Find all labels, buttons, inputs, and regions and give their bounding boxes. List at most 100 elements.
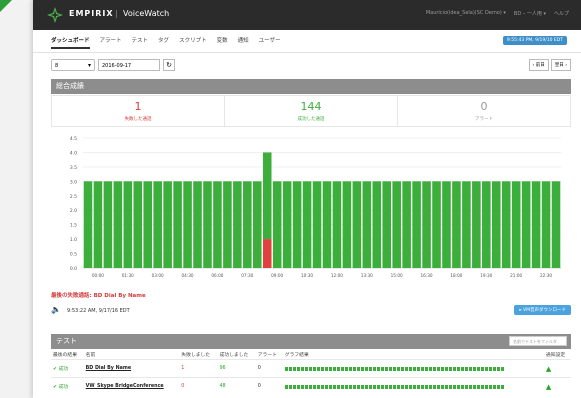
- stat-alerts[interactable]: 0 アラート: [398, 96, 570, 126]
- user-account-link[interactable]: Mauricio(idea_Sela)(SC Demo) ▾: [426, 10, 506, 17]
- bar-success: [302, 181, 312, 268]
- x-tick-label: 01:30: [122, 273, 134, 278]
- speaker-icon[interactable]: 🔈: [51, 305, 61, 314]
- current-time-badge: 9:55:43 PM, 9/19/10 EDT: [502, 36, 567, 45]
- col-last-result[interactable]: 最後の結果: [51, 350, 84, 360]
- y-tick-label: 0.0: [70, 266, 77, 272]
- nav-tags[interactable]: タグ: [158, 36, 169, 49]
- test-name-link[interactable]: BD Dial By Name: [83, 359, 180, 378]
- tests-title: テスト: [56, 337, 77, 345]
- x-tick-label: 00:00: [92, 273, 104, 278]
- nav-alerts[interactable]: アラート: [100, 36, 122, 49]
- refresh-icon[interactable]: ↻: [163, 59, 175, 71]
- bar-success: [551, 181, 561, 268]
- user-menu: Mauricio(idea_Sela)(SC Demo) ▾ BD – 一人用 …: [426, 10, 569, 17]
- status-text: 成功: [58, 367, 69, 372]
- chevron-down-icon: ▾: [87, 62, 91, 69]
- col-succeeded[interactable]: 成功しました: [218, 350, 256, 360]
- x-tick-label: 03:00: [152, 273, 164, 278]
- bar-success: [402, 181, 411, 268]
- stat-failed-value: 1: [134, 100, 142, 113]
- y-tick-label: 2.5: [70, 194, 77, 200]
- bar-success: [352, 181, 362, 268]
- bar-success: [213, 181, 222, 268]
- bar-success: [382, 181, 392, 268]
- bar-success: [243, 181, 252, 268]
- y-tick-label: 3.5: [70, 165, 77, 171]
- bell-icon[interactable]: ▲: [543, 377, 571, 395]
- bar-success: [133, 181, 143, 268]
- bell-icon[interactable]: ▲: [543, 359, 571, 378]
- stat-succeeded[interactable]: 144 成功した通話: [225, 96, 398, 126]
- bar-success: [203, 181, 212, 268]
- x-tick-label: 13:30: [361, 273, 373, 278]
- col-name[interactable]: 名前: [84, 350, 180, 360]
- test-name-link[interactable]: VW_Skype BridgeConference: [83, 377, 180, 395]
- x-tick-label: 07:30: [241, 273, 253, 278]
- x-tick-label: 16:30: [421, 273, 433, 278]
- top-link[interactable]: BD – 一人用 ▾: [514, 10, 546, 17]
- result-sparkline: [284, 384, 505, 389]
- x-tick-label: 04:30: [182, 273, 194, 278]
- bar-success: [103, 181, 113, 268]
- date-input[interactable]: 2016-09-17: [98, 59, 160, 71]
- calls-bar-chart: 4.5 4.0 3.5 3.0 2.5 2.0 1.5 1.0 0.5 0.0 00:00 01:30…: [70, 136, 561, 278]
- brand-name: EMPIRIX: [69, 9, 114, 18]
- corner-accent: [0, 0, 12, 12]
- tests-header: テスト 名前でテストをフィルタ: [51, 334, 571, 349]
- next-day-button[interactable]: 翌日 ›: [550, 59, 571, 71]
- y-tick-label: 1.0: [70, 237, 77, 243]
- bar-success: [491, 181, 501, 268]
- status-cell: ✔ 成功: [51, 359, 84, 378]
- check-icon: ✔: [53, 385, 58, 390]
- bar-success: [531, 181, 541, 268]
- nav-tests[interactable]: テスト: [132, 36, 149, 49]
- download-audio-button[interactable]: ▸ VM音声ダウンロード: [514, 305, 571, 315]
- bar-success: [252, 181, 262, 268]
- table-row[interactable]: ✔ 成功 BD Dial By Name 1 96 0 ▲: [51, 359, 571, 378]
- bar-success: [392, 181, 401, 268]
- help-link[interactable]: ヘルプ: [554, 10, 569, 17]
- x-tick-label: 15:00: [391, 273, 403, 278]
- audio-timestamp: 9:53:22 AM, 9/17/16 EDT: [67, 308, 130, 314]
- bar-success: [332, 181, 342, 268]
- bar-success: [412, 181, 421, 268]
- bar-success: [223, 181, 232, 268]
- status-text: 成功: [58, 385, 69, 390]
- y-tick-label: 4.0: [70, 150, 77, 156]
- bar-success: [422, 181, 431, 268]
- bar-success: [362, 181, 372, 268]
- nav-dashboard[interactable]: ダッシュボード: [51, 36, 90, 49]
- empirix-logo-icon: [47, 7, 63, 23]
- app-window: EMPIRIX | VoiceWatch Mauricio(idea_Sela)…: [33, 0, 581, 398]
- bar-success: [183, 181, 192, 268]
- alert-count: 0: [255, 359, 283, 378]
- bar-success: [193, 181, 202, 268]
- bar-success: [153, 181, 162, 268]
- bar-success: [322, 181, 332, 268]
- nav-variables[interactable]: 変数: [217, 36, 228, 49]
- nav-scripts[interactable]: スクリプト: [179, 36, 207, 49]
- bar-success: [501, 181, 511, 268]
- col-notify: 通知設定: [545, 353, 566, 358]
- bar-success: [163, 181, 172, 268]
- test-filter-input[interactable]: 名前でテストをフィルタ: [509, 336, 567, 346]
- nav-users[interactable]: ユーザー: [259, 36, 281, 49]
- col-alerts[interactable]: アラート: [256, 350, 283, 360]
- filter-select[interactable]: 8 ▾: [51, 59, 95, 71]
- table-row[interactable]: ✔ 成功 VW_Skype BridgeConference 0 48 0 ▲: [51, 377, 571, 395]
- bar-success: [173, 181, 182, 268]
- brand-separator: |: [115, 9, 118, 18]
- x-tick-label: 12:00: [331, 273, 343, 278]
- prev-day-button[interactable]: ‹ 前日: [528, 59, 549, 71]
- bar-success: [272, 181, 282, 268]
- stat-failed[interactable]: 1 失敗した通話: [52, 96, 225, 126]
- bar-success: [113, 181, 123, 268]
- succeeded-count: 48: [217, 377, 256, 395]
- x-tick-label: 06:00: [211, 273, 223, 278]
- col-failed[interactable]: 失敗しました: [179, 350, 217, 360]
- bar-success: [282, 181, 292, 268]
- stat-succeeded-label: 成功した通話: [297, 117, 325, 122]
- nav-notifications[interactable]: 通知: [238, 36, 249, 49]
- bar-success: [93, 181, 103, 268]
